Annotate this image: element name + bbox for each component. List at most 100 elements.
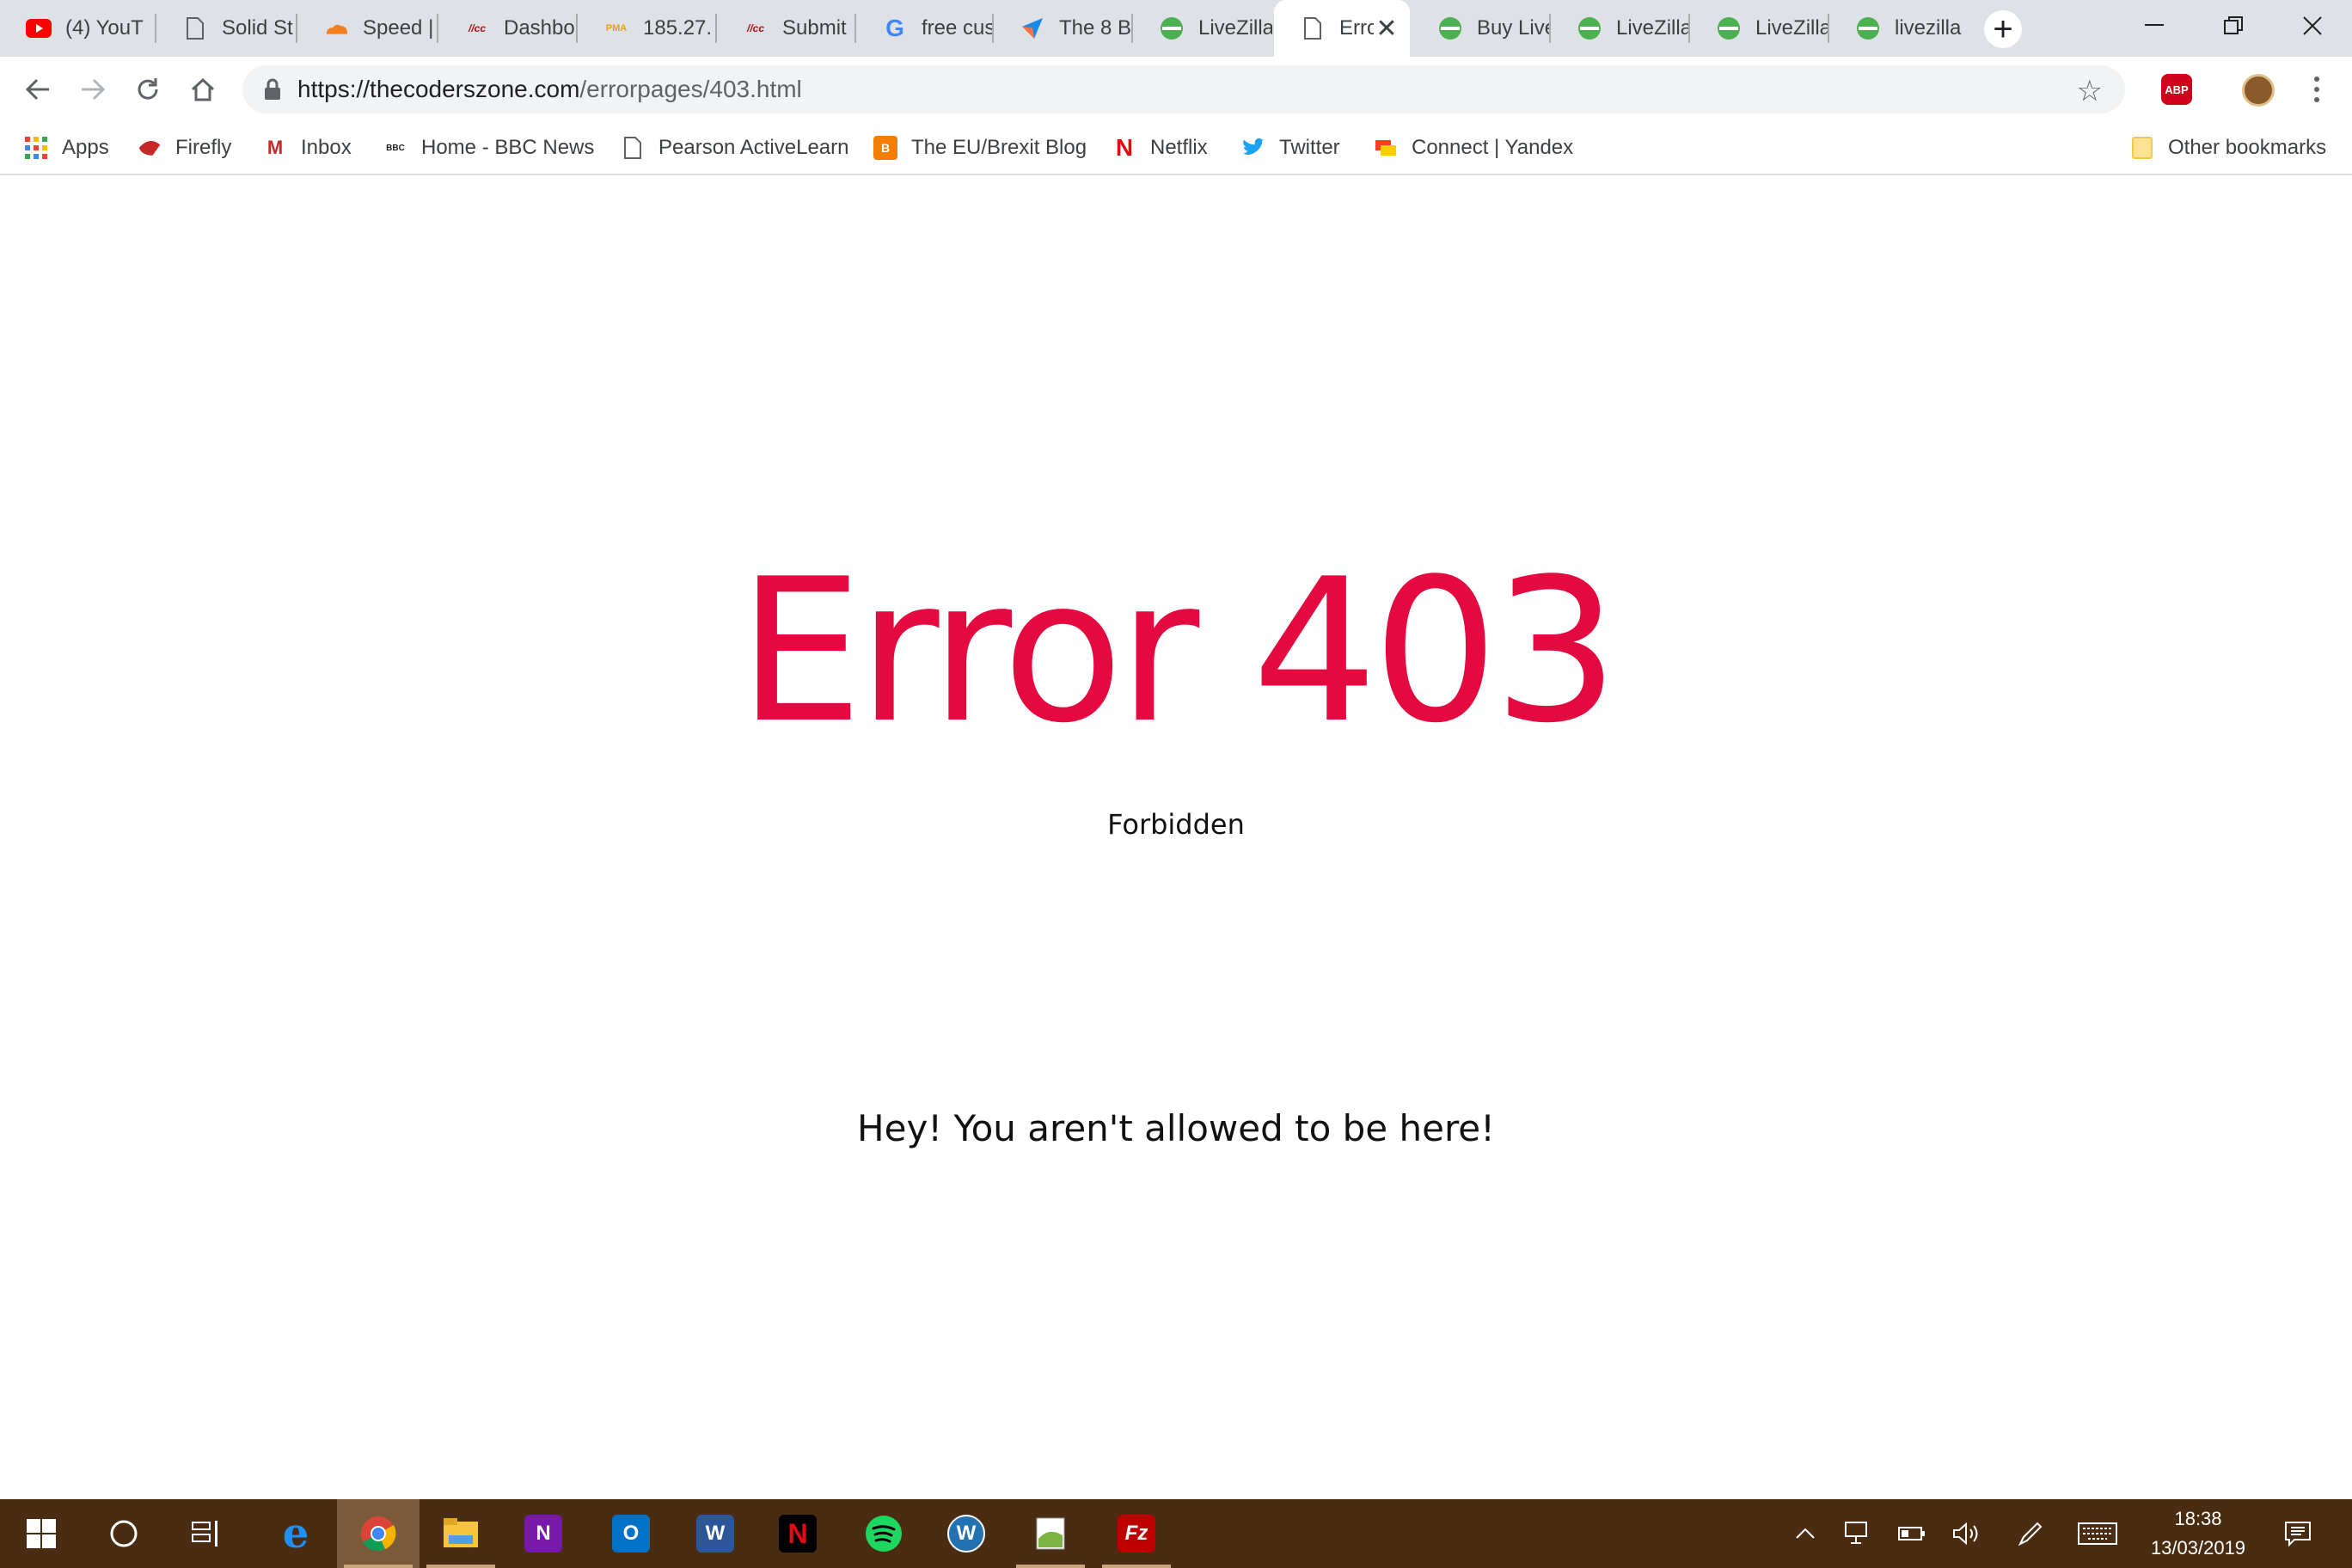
back-arrow-icon <box>25 78 49 101</box>
task-view-button[interactable] <box>165 1499 248 1568</box>
back-button[interactable] <box>17 69 58 110</box>
bookmark-yandex[interactable]: Connect | Yandex <box>1374 131 1573 165</box>
google-icon: G <box>885 15 904 41</box>
firefly-icon <box>138 136 162 160</box>
bookmarks-bar: Apps Firefly M Inbox BBC Home - BBC News… <box>0 122 2352 175</box>
tab-title: 185.27. <box>643 16 713 40</box>
forward-button[interactable] <box>72 69 113 110</box>
start-button[interactable] <box>0 1499 83 1568</box>
tab-livezilla-1[interactable]: LiveZilla <box>1133 0 1272 57</box>
tab-title: LiveZilla <box>1616 16 1688 40</box>
tab-title: Erro <box>1339 16 1374 40</box>
tab-title: (4) YouT <box>65 16 144 40</box>
minimize-button[interactable] <box>2115 0 2194 52</box>
page-content: Error 403 Forbidden Hey! You aren't allo… <box>0 177 2352 1499</box>
tab-the-8[interactable]: The 8 B <box>994 0 1131 57</box>
windows-logo-icon <box>27 1519 56 1548</box>
chevron-up-icon <box>1796 1528 1815 1539</box>
livezilla-icon <box>1437 15 1463 41</box>
tab-livezilla-4[interactable]: livezilla <box>1829 0 1967 57</box>
taskbar-outlook[interactable]: O <box>590 1499 672 1568</box>
taskbar-filezilla[interactable]: Fz <box>1095 1499 1178 1568</box>
tab-error-active[interactable]: Erro ✕ <box>1274 0 1410 57</box>
bookmark-netflix[interactable]: N Netflix <box>1112 131 1208 165</box>
error-message: Hey! You aren't allowed to be here! <box>857 1107 1495 1149</box>
onenote-icon: N <box>524 1515 562 1553</box>
youtube-icon <box>26 15 52 41</box>
tab-solid-st[interactable]: Solid St <box>156 0 296 57</box>
tab-livezilla-2[interactable]: LiveZilla <box>1551 0 1688 57</box>
taskbar-spotify[interactable] <box>842 1499 925 1568</box>
netflix-icon: N <box>779 1515 817 1553</box>
page-icon <box>182 15 208 41</box>
bookmark-star-icon[interactable]: ☆ <box>2077 74 2103 108</box>
new-tab-button[interactable]: + <box>1984 10 2022 48</box>
adblock-plus-icon[interactable]: ABP <box>2161 74 2192 105</box>
tab-title: Speed | <box>363 16 434 40</box>
chrome-menu-icon[interactable] <box>2304 70 2330 108</box>
taskbar-netflix[interactable]: N <box>756 1499 839 1568</box>
system-clock[interactable]: 18:38 13/03/2019 <box>2116 1504 2280 1563</box>
bookmark-inbox[interactable]: M Inbox <box>263 131 352 165</box>
search-button[interactable] <box>83 1499 165 1568</box>
bookmark-pearson[interactable]: Pearson ActiveLearn <box>621 131 848 165</box>
tab-youtube[interactable]: (4) YouT <box>0 0 155 57</box>
livezilla-icon <box>1577 15 1602 41</box>
notepad-plus-icon <box>1032 1515 1069 1553</box>
taskbar-edge[interactable]: e <box>254 1499 337 1568</box>
home-button[interactable] <box>182 69 224 110</box>
blogger-icon: B <box>873 136 897 160</box>
tab-submit[interactable]: //cc Submit <box>717 0 854 57</box>
bookmark-label: Twitter <box>1279 136 1340 159</box>
page-icon <box>621 136 645 160</box>
tab-dashboard[interactable]: //cc Dashbo <box>438 0 576 57</box>
bookmark-label: Apps <box>62 136 109 159</box>
reload-icon <box>138 78 158 100</box>
site-logo-icon: //cc <box>746 22 764 34</box>
tab-buy-livezilla[interactable]: Buy Live <box>1412 0 1549 57</box>
lock-icon <box>265 78 280 100</box>
taskbar-chrome[interactable] <box>337 1499 420 1568</box>
taskbar-wordpress-app[interactable]: W <box>925 1499 1008 1568</box>
page-icon <box>1300 15 1326 41</box>
volume-icon[interactable] <box>1948 1499 1986 1568</box>
livezilla-icon <box>1716 15 1742 41</box>
error-subtitle: Forbidden <box>1107 808 1245 841</box>
close-tab-icon[interactable]: ✕ <box>1374 14 1400 44</box>
tab-speed[interactable]: Speed | <box>297 0 437 57</box>
cloudflare-icon <box>323 15 349 41</box>
other-bookmarks-label: Other bookmarks <box>2168 136 2327 159</box>
tab-title: Submit <box>782 16 847 40</box>
bookmark-firefly[interactable]: Firefly <box>138 131 231 165</box>
tab-google[interactable]: G free cus <box>856 0 992 57</box>
show-hidden-icons[interactable] <box>1788 1499 1822 1568</box>
tab-phpmyadmin[interactable]: PMA 185.27. <box>578 0 715 57</box>
tab-title: LiveZilla <box>1755 16 1828 40</box>
bookmark-twitter[interactable]: Twitter <box>1241 131 1340 165</box>
taskbar-notepad-plus[interactable] <box>1009 1499 1092 1568</box>
error-title: Error 403 <box>738 537 1620 767</box>
battery-icon[interactable] <box>1893 1499 1931 1568</box>
action-center-icon[interactable] <box>2276 1499 2319 1568</box>
bookmark-label: Pearson ActiveLearn <box>658 136 849 159</box>
reload-button[interactable] <box>127 69 168 110</box>
restore-button[interactable] <box>2194 0 2273 52</box>
gmail-icon: M <box>266 137 284 158</box>
taskbar-file-explorer[interactable] <box>420 1499 502 1568</box>
pen-ink-icon[interactable] <box>2012 1499 2049 1568</box>
forward-arrow-icon <box>82 78 106 101</box>
close-window-button[interactable] <box>2273 0 2352 52</box>
touch-keyboard-icon[interactable] <box>2075 1499 2120 1568</box>
other-bookmarks[interactable]: Other bookmarks <box>2130 131 2326 165</box>
bookmark-apps[interactable]: Apps <box>24 131 109 165</box>
tab-livezilla-3[interactable]: LiveZilla <box>1690 0 1828 57</box>
address-bar[interactable]: https://thecoderszone.com/errorpages/403… <box>242 65 2125 113</box>
bookmark-eu-brexit[interactable]: B The EU/Brexit Blog <box>873 131 1087 165</box>
bbc-icon: BBC <box>386 143 405 153</box>
taskbar-word[interactable]: W <box>674 1499 756 1568</box>
taskbar-onenote[interactable]: N <box>502 1499 585 1568</box>
network-icon[interactable] <box>1840 1499 1877 1568</box>
bookmark-bbc-news[interactable]: BBC Home - BBC News <box>383 131 594 165</box>
profile-avatar[interactable] <box>2242 74 2275 107</box>
pma-icon: PMA <box>605 23 628 34</box>
